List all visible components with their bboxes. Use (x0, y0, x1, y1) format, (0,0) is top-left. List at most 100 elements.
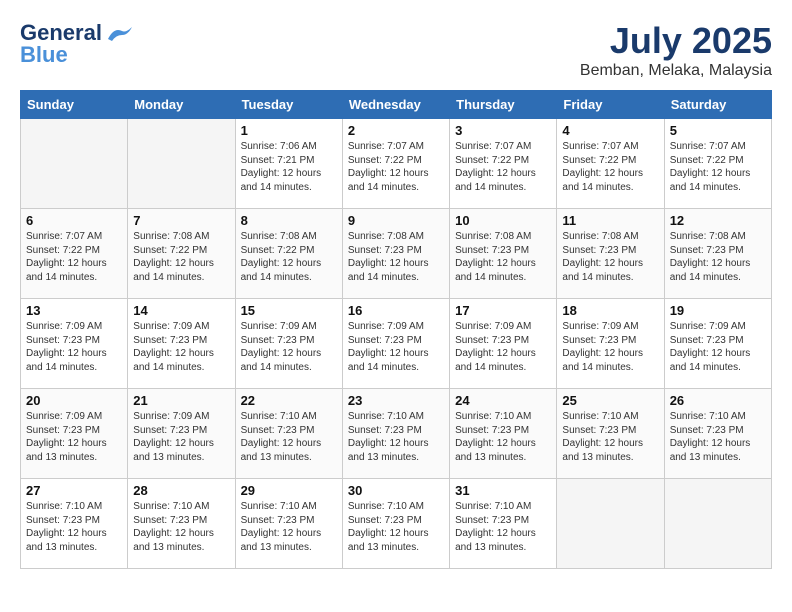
day-info: Sunrise: 7:09 AMSunset: 7:23 PMDaylight:… (348, 320, 444, 374)
day-number: 23 (348, 393, 444, 408)
day-number: 29 (241, 483, 337, 498)
day-number: 18 (562, 303, 658, 318)
weekday-header-tuesday: Tuesday (235, 91, 342, 119)
calendar-cell: 30 Sunrise: 7:10 AMSunset: 7:23 PMDayligh… (342, 479, 449, 569)
calendar-cell: 20 Sunrise: 7:09 AMSunset: 7:23 PMDayligh… (21, 389, 128, 479)
calendar-cell (664, 479, 771, 569)
day-info: Sunrise: 7:09 AMSunset: 7:23 PMDaylight:… (670, 320, 766, 374)
day-info: Sunrise: 7:10 AMSunset: 7:23 PMDaylight:… (133, 500, 229, 554)
calendar-cell: 28 Sunrise: 7:10 AMSunset: 7:23 PMDayligh… (128, 479, 235, 569)
day-number: 30 (348, 483, 444, 498)
calendar-cell: 21 Sunrise: 7:09 AMSunset: 7:23 PMDayligh… (128, 389, 235, 479)
month-year-title: July 2025 (580, 20, 772, 62)
day-info: Sunrise: 7:10 AMSunset: 7:23 PMDaylight:… (26, 500, 122, 554)
day-info: Sunrise: 7:07 AMSunset: 7:22 PMDaylight:… (455, 140, 551, 194)
calendar-cell: 26Sunrise: 7:10 AMSunset: 7:23 PMDayligh… (664, 389, 771, 479)
day-info: Sunrise: 7:08 AMSunset: 7:23 PMDaylight:… (562, 230, 658, 284)
calendar-cell: 5 Sunrise: 7:07 AMSunset: 7:22 PMDaylight… (664, 119, 771, 209)
day-info: Sunrise: 7:07 AMSunset: 7:22 PMDaylight:… (348, 140, 444, 194)
day-number: 24 (455, 393, 551, 408)
calendar-cell: 17 Sunrise: 7:09 AMSunset: 7:23 PMDayligh… (450, 299, 557, 389)
day-number: 14 (133, 303, 229, 318)
calendar-cell: 7 Sunrise: 7:08 AMSunset: 7:22 PMDaylight… (128, 209, 235, 299)
calendar-cell: 31Sunrise: 7:10 AMSunset: 7:23 PMDayligh… (450, 479, 557, 569)
day-info: Sunrise: 7:10 AMSunset: 7:23 PMDaylight:… (670, 410, 766, 464)
day-number: 8 (241, 213, 337, 228)
calendar-cell (21, 119, 128, 209)
location-subtitle: Bemban, Melaka, Malaysia (580, 62, 772, 80)
calendar-cell: 16Sunrise: 7:09 AMSunset: 7:23 PMDayligh… (342, 299, 449, 389)
calendar-cell: 6Sunrise: 7:07 AMSunset: 7:22 PMDaylight… (21, 209, 128, 299)
day-info: Sunrise: 7:10 AMSunset: 7:23 PMDaylight:… (241, 500, 337, 554)
logo: General Blue (20, 20, 132, 68)
day-info: Sunrise: 7:09 AMSunset: 7:23 PMDaylight:… (133, 320, 229, 374)
calendar-cell: 12Sunrise: 7:08 AMSunset: 7:23 PMDayligh… (664, 209, 771, 299)
day-number: 22 (241, 393, 337, 408)
day-number: 13 (26, 303, 122, 318)
page-header: General Blue July 2025 Bemban, Melaka, M… (20, 20, 772, 80)
day-number: 1 (241, 123, 337, 138)
day-info: Sunrise: 7:09 AMSunset: 7:23 PMDaylight:… (26, 410, 122, 464)
calendar-cell: 3 Sunrise: 7:07 AMSunset: 7:22 PMDaylight… (450, 119, 557, 209)
calendar-cell: 27 Sunrise: 7:10 AMSunset: 7:23 PMDayligh… (21, 479, 128, 569)
day-info: Sunrise: 7:08 AMSunset: 7:23 PMDaylight:… (348, 230, 444, 284)
day-info: Sunrise: 7:07 AMSunset: 7:22 PMDaylight:… (670, 140, 766, 194)
day-info: Sunrise: 7:08 AMSunset: 7:22 PMDaylight:… (133, 230, 229, 284)
day-info: Sunrise: 7:10 AMSunset: 7:23 PMDaylight:… (455, 410, 551, 464)
calendar-cell (128, 119, 235, 209)
calendar-cell (557, 479, 664, 569)
day-number: 28 (133, 483, 229, 498)
calendar-cell: 19 Sunrise: 7:09 AMSunset: 7:23 PMDayligh… (664, 299, 771, 389)
day-number: 3 (455, 123, 551, 138)
calendar-week-row: 20 Sunrise: 7:09 AMSunset: 7:23 PMDayligh… (21, 389, 772, 479)
calendar-week-row: 1Sunrise: 7:06 AMSunset: 7:21 PMDaylight… (21, 119, 772, 209)
day-number: 25 (562, 393, 658, 408)
day-info: Sunrise: 7:07 AMSunset: 7:22 PMDaylight:… (26, 230, 122, 284)
day-info: Sunrise: 7:07 AMSunset: 7:22 PMDaylight:… (562, 140, 658, 194)
day-number: 27 (26, 483, 122, 498)
calendar-cell: 18 Sunrise: 7:09 AMSunset: 7:23 PMDayligh… (557, 299, 664, 389)
day-info: Sunrise: 7:10 AMSunset: 7:23 PMDaylight:… (455, 500, 551, 554)
day-info: Sunrise: 7:08 AMSunset: 7:23 PMDaylight:… (670, 230, 766, 284)
calendar-cell: 15Sunrise: 7:09 AMSunset: 7:23 PMDayligh… (235, 299, 342, 389)
logo-bird-icon (104, 25, 132, 43)
day-info: Sunrise: 7:10 AMSunset: 7:23 PMDaylight:… (562, 410, 658, 464)
calendar-cell: 22 Sunrise: 7:10 AMSunset: 7:23 PMDayligh… (235, 389, 342, 479)
weekday-header-wednesday: Wednesday (342, 91, 449, 119)
day-info: Sunrise: 7:10 AMSunset: 7:23 PMDaylight:… (348, 500, 444, 554)
weekday-header-row: SundayMondayTuesdayWednesdayThursdayFrid… (21, 91, 772, 119)
day-info: Sunrise: 7:08 AMSunset: 7:23 PMDaylight:… (455, 230, 551, 284)
day-info: Sunrise: 7:10 AMSunset: 7:23 PMDaylight:… (241, 410, 337, 464)
day-info: Sunrise: 7:09 AMSunset: 7:23 PMDaylight:… (562, 320, 658, 374)
day-info: Sunrise: 7:09 AMSunset: 7:23 PMDaylight:… (455, 320, 551, 374)
calendar-cell: 10Sunrise: 7:08 AMSunset: 7:23 PMDayligh… (450, 209, 557, 299)
day-number: 19 (670, 303, 766, 318)
day-info: Sunrise: 7:09 AMSunset: 7:23 PMDaylight:… (241, 320, 337, 374)
day-number: 4 (562, 123, 658, 138)
calendar-week-row: 13 Sunrise: 7:09 AMSunset: 7:23 PMDayligh… (21, 299, 772, 389)
day-info: Sunrise: 7:09 AMSunset: 7:23 PMDaylight:… (133, 410, 229, 464)
calendar-cell: 2Sunrise: 7:07 AMSunset: 7:22 PMDaylight… (342, 119, 449, 209)
calendar-cell: 4 Sunrise: 7:07 AMSunset: 7:22 PMDaylight… (557, 119, 664, 209)
weekday-header-monday: Monday (128, 91, 235, 119)
day-number: 9 (348, 213, 444, 228)
day-number: 5 (670, 123, 766, 138)
calendar-cell: 1Sunrise: 7:06 AMSunset: 7:21 PMDaylight… (235, 119, 342, 209)
day-info: Sunrise: 7:08 AMSunset: 7:22 PMDaylight:… (241, 230, 337, 284)
calendar-cell: 8 Sunrise: 7:08 AMSunset: 7:22 PMDaylight… (235, 209, 342, 299)
day-number: 21 (133, 393, 229, 408)
day-info: Sunrise: 7:09 AMSunset: 7:23 PMDaylight:… (26, 320, 122, 374)
calendar-cell: 23 Sunrise: 7:10 AMSunset: 7:23 PMDayligh… (342, 389, 449, 479)
day-info: Sunrise: 7:10 AMSunset: 7:23 PMDaylight:… (348, 410, 444, 464)
weekday-header-thursday: Thursday (450, 91, 557, 119)
day-number: 17 (455, 303, 551, 318)
calendar-cell: 11 Sunrise: 7:08 AMSunset: 7:23 PMDayligh… (557, 209, 664, 299)
day-number: 20 (26, 393, 122, 408)
day-number: 11 (562, 213, 658, 228)
day-number: 7 (133, 213, 229, 228)
calendar-cell: 29 Sunrise: 7:10 AMSunset: 7:23 PMDayligh… (235, 479, 342, 569)
calendar-table: SundayMondayTuesdayWednesdayThursdayFrid… (20, 90, 772, 569)
calendar-week-row: 6Sunrise: 7:07 AMSunset: 7:22 PMDaylight… (21, 209, 772, 299)
weekday-header-friday: Friday (557, 91, 664, 119)
title-block: July 2025 Bemban, Melaka, Malaysia (580, 20, 772, 80)
